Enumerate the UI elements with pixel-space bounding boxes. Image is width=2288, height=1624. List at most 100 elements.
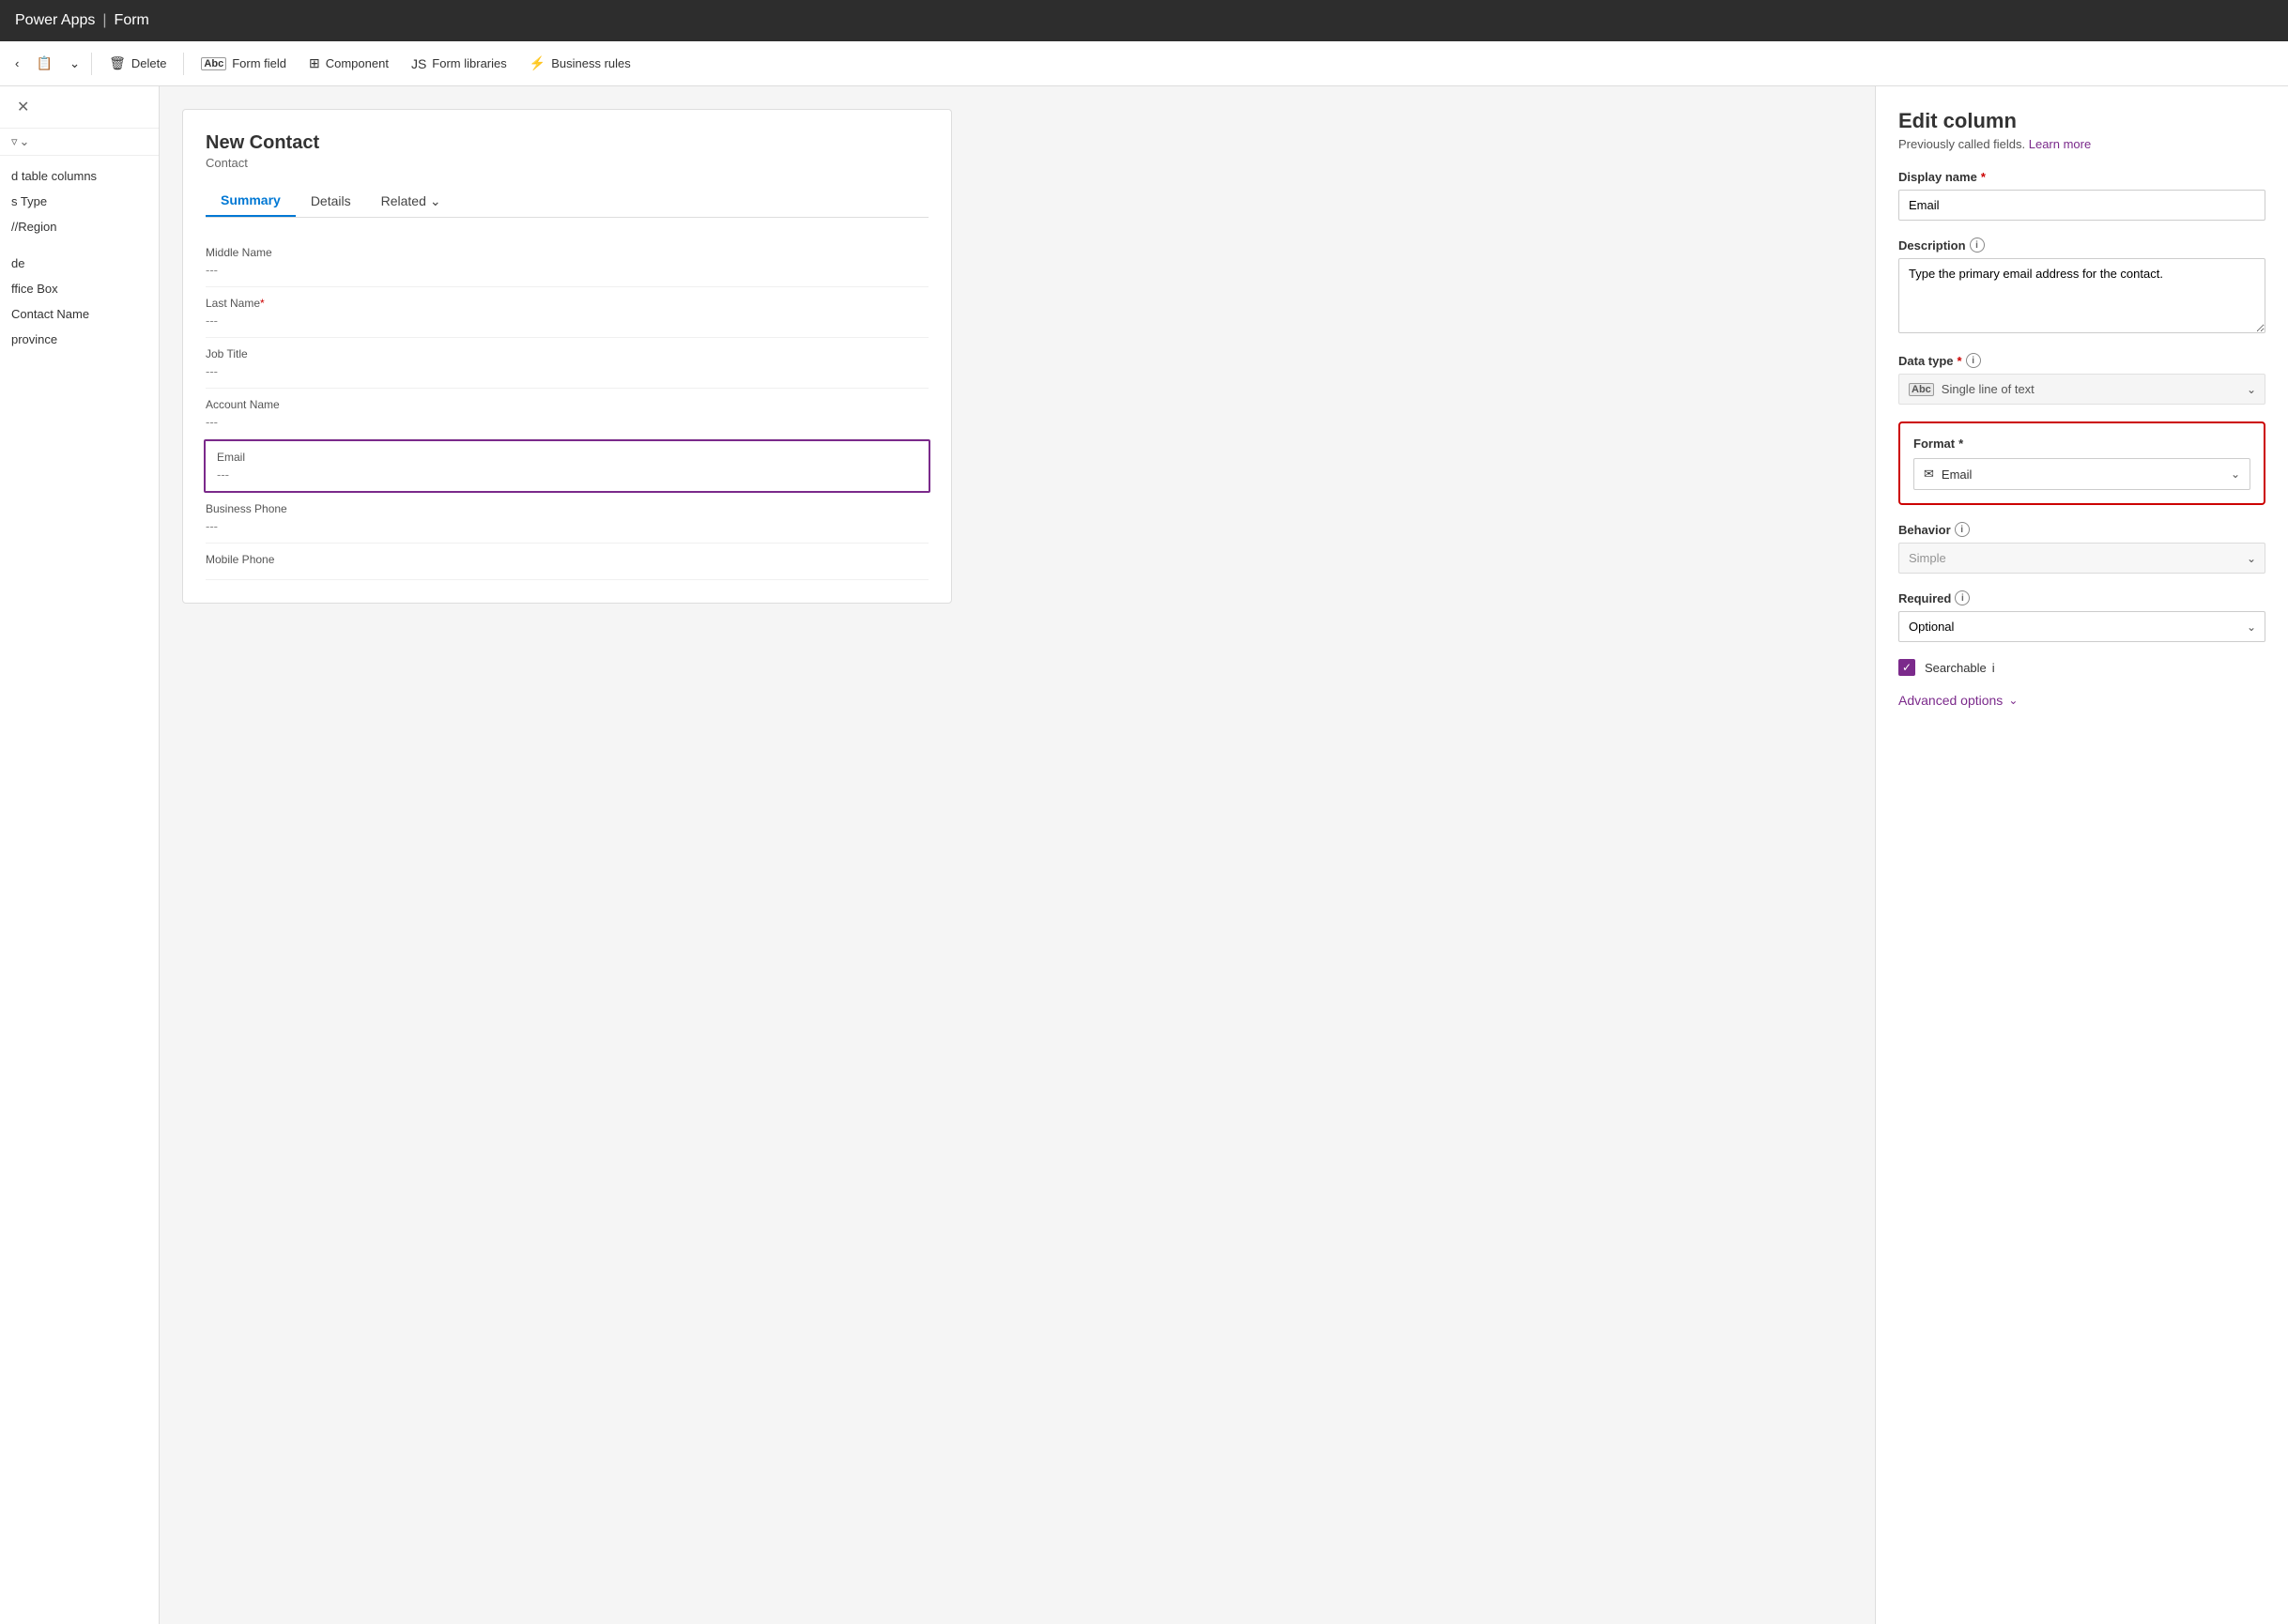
format-select-wrapper: ✉ Email ⌄: [1913, 458, 2250, 490]
field-job-title[interactable]: Job Title ---: [206, 338, 929, 389]
delete-button[interactable]: 🗑 Delete: [100, 50, 176, 77]
field-business-phone[interactable]: Business Phone ---: [206, 493, 929, 544]
sidebar-item-contact-name[interactable]: Contact Name: [0, 301, 159, 327]
field-middle-name-value: ---: [206, 263, 929, 277]
field-middle-name-label: Middle Name: [206, 246, 929, 259]
format-value: Email: [1942, 467, 1973, 482]
data-type-group: Data type * i Abc Single line of text ⌄: [1898, 353, 2265, 405]
tab-details[interactable]: Details: [296, 185, 366, 217]
format-required: *: [1958, 437, 1963, 451]
field-last-name-value: ---: [206, 314, 929, 328]
panel-subtitle: Previously called fields. Learn more: [1898, 137, 2265, 151]
field-account-name-label: Account Name: [206, 398, 929, 411]
tab-related[interactable]: Related ⌄: [366, 185, 456, 217]
sidebar-item-type[interactable]: s Type: [0, 189, 159, 214]
field-middle-name[interactable]: Middle Name ---: [206, 237, 929, 287]
component-button[interactable]: ⊞ Component: [299, 50, 398, 77]
display-name-label-text: Display name: [1898, 170, 1977, 184]
format-select-display[interactable]: ✉ Email ⌄: [1913, 458, 2250, 490]
form-field-label: Form field: [232, 56, 286, 70]
edit-column-panel: Edit column Previously called fields. Le…: [1875, 86, 2288, 1624]
sidebar-item-region[interactable]: //Region: [0, 214, 159, 239]
form-libraries-button[interactable]: JS Form libraries: [402, 51, 516, 77]
sidebar-item-table-columns[interactable]: d table columns: [0, 163, 159, 189]
sidebar-scroll: d table columns s Type //Region de ffice…: [0, 156, 159, 1624]
sidebar-item-province[interactable]: province: [0, 327, 159, 352]
app-name: Power Apps: [15, 12, 95, 29]
checkmark-icon: ✓: [1902, 661, 1912, 674]
advanced-options-row[interactable]: Advanced options ⌄: [1898, 693, 2265, 708]
component-label: Component: [326, 56, 389, 70]
field-email-label: Email: [217, 451, 917, 464]
behavior-label: Behavior i: [1898, 522, 2265, 537]
sidebar-close-button[interactable]: ✕: [11, 96, 35, 118]
required-info-icon: i: [1955, 590, 1970, 605]
data-type-info-icon: i: [1966, 353, 1981, 368]
field-email-value: ---: [217, 467, 917, 482]
required-select[interactable]: Optional Business Recommended Business R…: [1898, 611, 2265, 642]
tab-related-label: Related: [381, 193, 426, 208]
main-layout: ✕ ▿ ⌄ d table columns s Type //Region de…: [0, 86, 2288, 1624]
form-card: New Contact Contact Summary Details Rela…: [182, 109, 952, 604]
behavior-info-icon: i: [1955, 522, 1970, 537]
format-label-text: Format: [1913, 437, 1955, 451]
behavior-select-wrapper[interactable]: Simple Calculated Rollup ⌄: [1898, 543, 2265, 574]
data-type-display: Abc Single line of text: [1898, 374, 2265, 405]
topbar-separator: |: [102, 12, 106, 29]
copy-button[interactable]: 📋: [26, 50, 61, 77]
sidebar-filter-button[interactable]: ▿ ⌄: [11, 134, 29, 149]
panel-subtitle-text: Previously called fields.: [1898, 137, 2029, 151]
searchable-row: ✓ Searchable i: [1898, 659, 2265, 676]
sidebar-item-office-box[interactable]: ffice Box: [0, 276, 159, 301]
field-last-name[interactable]: Last Name* ---: [206, 287, 929, 338]
toolbar: ‹ 📋 ⌄ 🗑 Delete Abc Form field ⊞ Componen…: [0, 41, 2288, 86]
sidebar-item-blank1[interactable]: [0, 239, 159, 251]
behavior-group: Behavior i Simple Calculated Rollup ⌄: [1898, 522, 2265, 574]
form-field-button[interactable]: Abc Form field: [192, 51, 296, 76]
copy-icon: 📋: [36, 55, 52, 71]
business-rules-button[interactable]: ⚡ Business rules: [520, 50, 640, 77]
searchable-label-text: Searchable: [1925, 661, 1987, 675]
display-name-input[interactable]: [1898, 190, 2265, 221]
business-rules-icon: ⚡: [530, 55, 545, 71]
last-name-required: *: [260, 297, 265, 310]
data-type-icon: Abc: [1909, 383, 1934, 396]
description-label-text: Description: [1898, 238, 1966, 253]
form-title: New Contact: [206, 132, 929, 154]
searchable-info-icon: i: [1992, 661, 1995, 675]
field-email-selected[interactable]: Email ---: [204, 439, 930, 493]
description-textarea[interactable]: Type the primary email address for the c…: [1898, 258, 2265, 333]
learn-more-link[interactable]: Learn more: [2029, 137, 2091, 151]
data-type-label: Data type * i: [1898, 353, 2265, 368]
display-name-group: Display name *: [1898, 170, 2265, 221]
sidebar-header: ✕: [0, 86, 159, 129]
behavior-select[interactable]: Simple Calculated Rollup: [1898, 543, 2265, 574]
behavior-label-text: Behavior: [1898, 523, 1951, 537]
form-area: New Contact Contact Summary Details Rela…: [160, 86, 1875, 1624]
back-button[interactable]: ‹: [11, 51, 23, 76]
field-mobile-phone[interactable]: Mobile Phone: [206, 544, 929, 580]
field-mobile-phone-label: Mobile Phone: [206, 553, 929, 566]
format-group: Format * ✉ Email ⌄: [1898, 421, 2265, 505]
searchable-checkbox[interactable]: ✓: [1898, 659, 1915, 676]
form-subtitle: Contact: [206, 156, 929, 170]
field-business-phone-label: Business Phone: [206, 502, 929, 515]
required-select-wrapper[interactable]: Optional Business Recommended Business R…: [1898, 611, 2265, 642]
format-chevron: ⌄: [2231, 467, 2240, 481]
dropdown-button[interactable]: ⌄: [66, 51, 84, 77]
tab-related-chevron: ⌄: [430, 193, 441, 209]
description-info-icon: i: [1970, 237, 1985, 253]
tab-summary[interactable]: Summary: [206, 185, 296, 217]
searchable-label: Searchable i: [1925, 661, 1995, 675]
required-group: Required i Optional Business Recommended…: [1898, 590, 2265, 642]
sidebar-item-de[interactable]: de: [0, 251, 159, 276]
field-account-name[interactable]: Account Name ---: [206, 389, 929, 439]
advanced-options-label: Advanced options: [1898, 693, 2003, 708]
advanced-options-chevron: ⌄: [2008, 694, 2018, 707]
form-fields: Middle Name --- Last Name* --- Job Title…: [206, 237, 929, 580]
description-label: Description i: [1898, 237, 2265, 253]
topbar-section: Form: [115, 12, 149, 29]
data-type-select-wrapper: Abc Single line of text ⌄: [1898, 374, 2265, 405]
field-job-title-label: Job Title: [206, 347, 929, 360]
data-type-value: Single line of text: [1942, 382, 2035, 396]
